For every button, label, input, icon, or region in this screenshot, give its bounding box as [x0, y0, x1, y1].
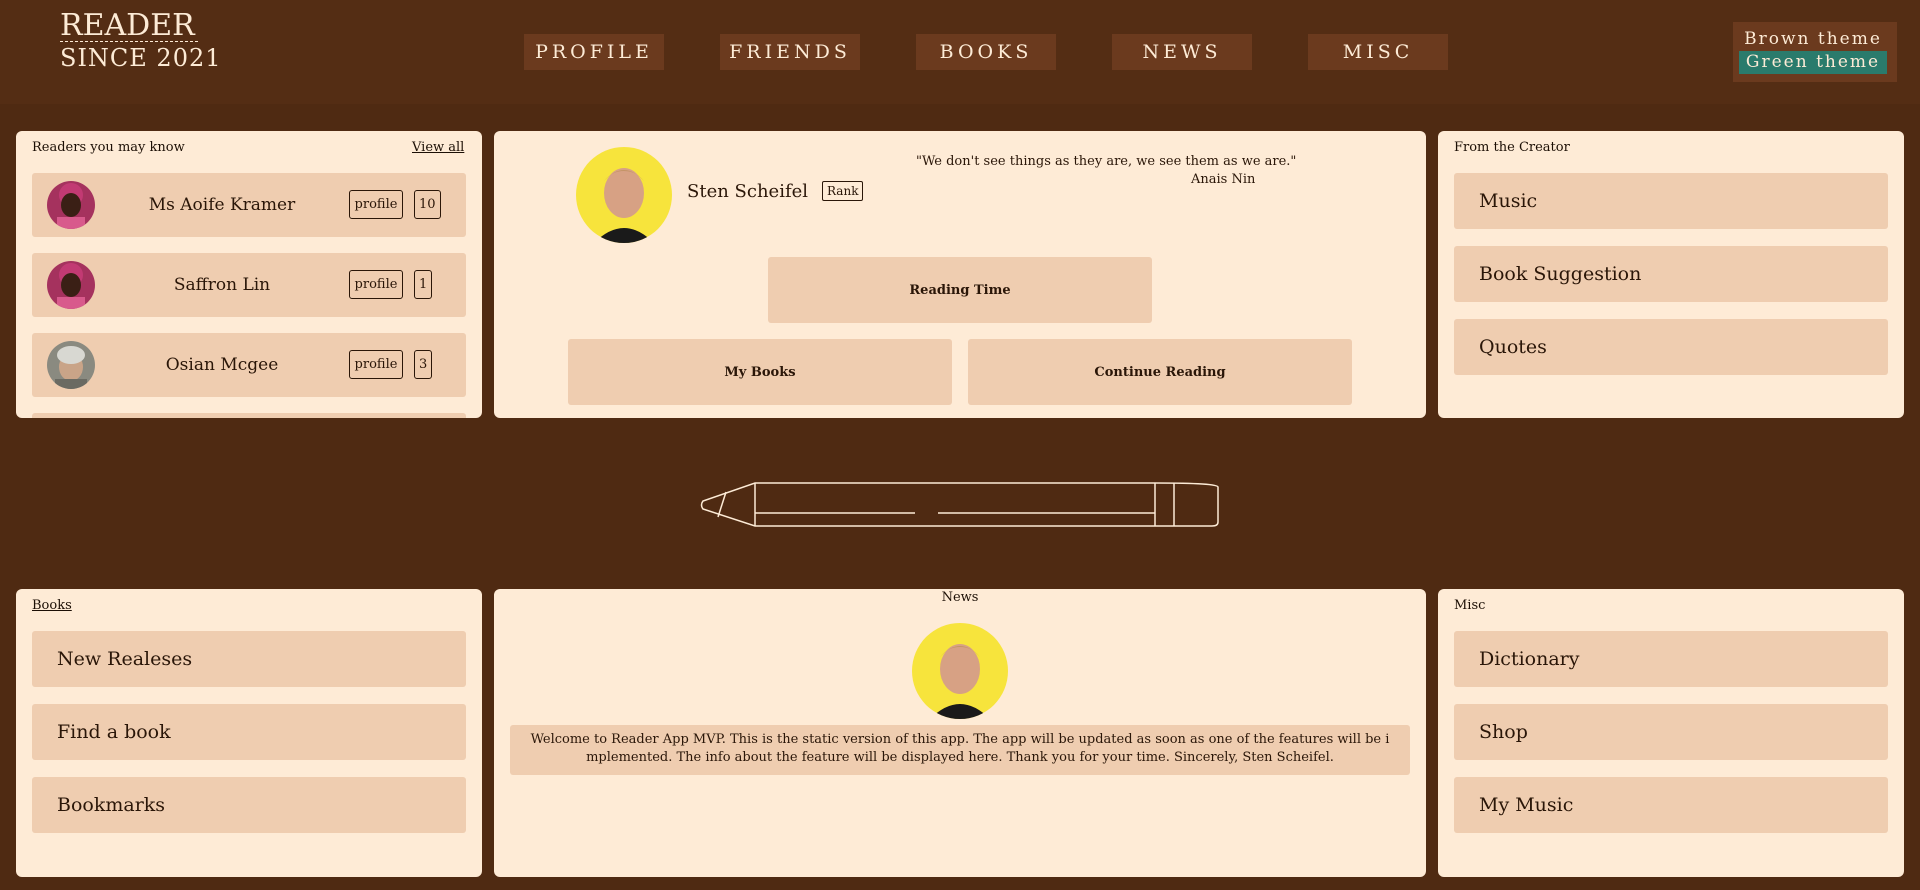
logo-line2: SINCE 2021 [60, 44, 222, 72]
reader-count-badge: 10 [414, 190, 441, 219]
readers-title: Readers you may know [32, 140, 185, 155]
quote-text: "We don't see things as they are, we see… [916, 154, 1297, 169]
profile-avatar[interactable] [576, 147, 672, 243]
reader-count-badge: 3 [414, 350, 433, 379]
main-nav: PROFILE FRIENDS BOOKS NEWS MISC [524, 34, 1448, 70]
logo: READER SINCE 2021 [60, 11, 222, 72]
nav-news[interactable]: NEWS [1112, 34, 1252, 70]
header: READER SINCE 2021 PROFILE FRIENDS BOOKS … [0, 0, 1920, 104]
profile-button[interactable]: profile [349, 190, 403, 219]
creator-card: From the Creator Music Book Suggestion Q… [1438, 131, 1904, 418]
shop-button[interactable]: Shop [1454, 704, 1888, 760]
view-all-link[interactable]: View all [412, 140, 464, 155]
reader-name: Ms Aoife Kramer [148, 195, 296, 215]
menu-label: Shop [1479, 721, 1528, 743]
profile-button[interactable]: profile [349, 350, 403, 379]
reader-name: Saffron Lin [173, 275, 271, 295]
quote-author: Anais Nin [1191, 172, 1256, 187]
reader-row: Osian Mcgee profile 3 [32, 333, 466, 397]
profile-button[interactable]: profile [349, 270, 403, 299]
avatar[interactable] [47, 181, 95, 229]
nav-profile[interactable]: PROFILE [524, 34, 664, 70]
my-books-button[interactable]: My Books [568, 339, 952, 405]
rank-badge[interactable]: Rank [822, 181, 864, 201]
menu-label: My Music [1479, 794, 1574, 816]
reader-name: Osian Mcgee [165, 355, 279, 375]
nav-friends[interactable]: FRIENDS [720, 34, 860, 70]
bookmarks-button[interactable]: Bookmarks [32, 777, 466, 833]
nav-books[interactable]: BOOKS [916, 34, 1056, 70]
continue-reading-button[interactable]: Continue Reading [968, 339, 1352, 405]
pencil-icon [700, 482, 1219, 527]
reader-row: Saffron Lin profile 1 [32, 253, 466, 317]
news-message: Welcome to Reader App MVP. This is the s… [510, 725, 1410, 775]
new-releases-button[interactable]: New Realeses [32, 631, 466, 687]
menu-label: New Realeses [57, 648, 193, 670]
misc-card: Misc Dictionary Shop My Music [1438, 589, 1904, 877]
news-card: News Welcome to Reader App MVP. This is … [494, 589, 1426, 877]
menu-label: Music [1479, 190, 1538, 212]
menu-label: Find a book [57, 721, 171, 743]
profile-card: Sten Scheifel Rank "We don't see things … [494, 131, 1426, 418]
book-suggestion-button[interactable]: Book Suggestion [1454, 246, 1888, 302]
reading-time-button[interactable]: Reading Time [768, 257, 1152, 323]
reader-count-badge: 1 [414, 270, 433, 299]
reader-row: Ms Aoife Kramer profile 10 [32, 173, 466, 237]
avatar[interactable] [47, 261, 95, 309]
menu-label: Book Suggestion [1479, 263, 1642, 285]
creator-title: From the Creator [1454, 140, 1570, 155]
menu-label: Dictionary [1479, 648, 1580, 670]
theme-switcher: Brown theme Green theme [1733, 22, 1897, 82]
nav-misc[interactable]: MISC [1308, 34, 1448, 70]
books-title-link[interactable]: Books [32, 598, 72, 613]
profile-name: Sten Scheifel [687, 181, 809, 202]
green-theme-button[interactable]: Green theme [1739, 51, 1887, 74]
brown-theme-button[interactable]: Brown theme [1739, 28, 1887, 51]
music-button[interactable]: Music [1454, 173, 1888, 229]
menu-label: Quotes [1479, 336, 1547, 358]
find-a-book-button[interactable]: Find a book [32, 704, 466, 760]
dictionary-button[interactable]: Dictionary [1454, 631, 1888, 687]
readers-card: Readers you may know View all Ms Aoife K… [16, 131, 482, 418]
news-title: News [941, 590, 979, 605]
quotes-button[interactable]: Quotes [1454, 319, 1888, 375]
avatar[interactable] [47, 341, 95, 389]
my-music-button[interactable]: My Music [1454, 777, 1888, 833]
news-avatar [912, 623, 1008, 719]
logo-line1: READER [60, 11, 198, 42]
books-card: Books New Realeses Find a book Bookmarks [16, 589, 482, 877]
menu-label: Bookmarks [57, 794, 166, 816]
misc-title: Misc [1454, 598, 1486, 613]
reader-row-partial [32, 413, 466, 418]
